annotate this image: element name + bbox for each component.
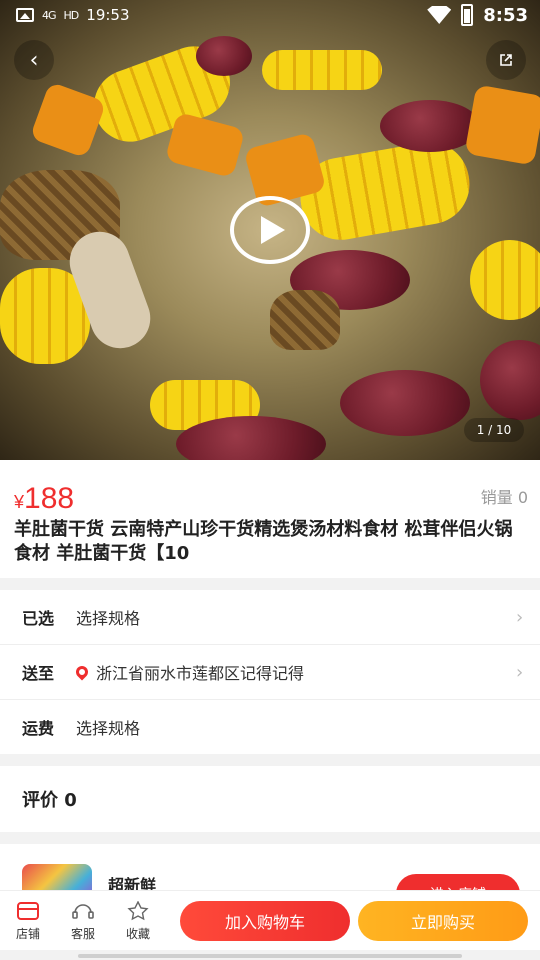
wifi-icon xyxy=(427,6,452,24)
product-detail-screen: 4G HD 19:53 8:53 ‹ 1 / 10 ¥188 销量 0 羊肚菌干… xyxy=(0,0,540,960)
sales-value: 0 xyxy=(517,488,528,507)
network-indicator: 4G xyxy=(42,8,56,22)
tab-favorite[interactable]: 收藏 xyxy=(118,901,158,942)
freight-row: 运费 选择规格 xyxy=(0,700,540,754)
status-time-left: 19:53 xyxy=(86,6,130,24)
reviews-section[interactable]: 评价 0 xyxy=(0,766,540,832)
star-icon xyxy=(127,901,149,921)
spec-selected-value: 选择规格 xyxy=(76,609,141,628)
price-currency: ¥ xyxy=(14,492,25,512)
price-value: 188 xyxy=(24,482,75,515)
product-title: 羊肚菌干货 云南特产山珍干货精选煲汤材料食材 松茸伴侣火锅食材 羊肚菌干货【10 xyxy=(14,519,513,564)
tab-shop[interactable]: 店铺 xyxy=(8,901,48,942)
chevron-left-icon: ‹ xyxy=(29,47,39,73)
reviews-heading: 评价 0 xyxy=(22,786,77,812)
ship-to-row[interactable]: 送至 浙江省丽水市莲都区记得记得 › xyxy=(0,645,540,699)
play-video-button[interactable] xyxy=(230,196,310,264)
share-icon xyxy=(500,54,512,66)
ship-to-value: 浙江省丽水市莲都区记得记得 xyxy=(96,664,305,683)
home-indicator xyxy=(78,954,462,958)
reviews-label: 评价 xyxy=(22,790,58,811)
freight-value: 选择规格 xyxy=(76,719,141,738)
image-pager: 1 / 10 xyxy=(464,418,524,442)
chevron-right-icon: › xyxy=(516,606,524,628)
battery-icon xyxy=(461,4,474,26)
shop-icon xyxy=(17,902,39,920)
tab-service-label: 客服 xyxy=(70,927,95,941)
share-button[interactable] xyxy=(486,40,526,80)
status-bar: 4G HD 19:53 8:53 xyxy=(0,0,540,34)
add-to-cart-button[interactable]: 加入购物车 xyxy=(180,901,350,941)
location-pin-icon xyxy=(73,663,91,681)
price: ¥188 xyxy=(14,482,74,516)
reviews-count: 0 xyxy=(64,790,77,811)
ship-to-label: 送至 xyxy=(22,664,55,683)
buy-now-button[interactable]: 立即购买 xyxy=(358,901,528,941)
product-video-cover[interactable]: 4G HD 19:53 8:53 ‹ 1 / 10 xyxy=(0,0,540,460)
chevron-right-icon: › xyxy=(516,661,524,683)
sales-label: 销量 xyxy=(480,488,513,507)
back-button[interactable]: ‹ xyxy=(14,40,54,80)
tab-shop-label: 店铺 xyxy=(15,927,40,941)
headset-icon xyxy=(72,904,94,919)
hd-indicator: HD xyxy=(63,8,80,22)
sales-count: 销量 0 xyxy=(481,484,528,508)
status-time-right: 8:53 xyxy=(483,4,528,26)
bottom-action-bar: 店铺 客服 收藏 加入购物车 立即购买 xyxy=(0,890,540,950)
price-section: ¥188 销量 0 羊肚菌干货 云南特产山珍干货精选煲汤材料食材 松茸伴侣火锅食… xyxy=(0,460,540,578)
play-icon xyxy=(261,216,285,244)
tab-favorite-label: 收藏 xyxy=(125,927,150,941)
freight-label: 运费 xyxy=(22,719,55,738)
gallery-icon xyxy=(16,8,34,22)
spec-selected-row[interactable]: 已选 选择规格 › xyxy=(0,590,540,644)
tab-service[interactable]: 客服 xyxy=(63,901,103,942)
spec-section: 已选 选择规格 › 送至 浙江省丽水市莲都区记得记得 › 运费 选择规格 xyxy=(0,590,540,754)
spec-selected-label: 已选 xyxy=(22,609,55,628)
ship-to-value-wrap: 浙江省丽水市莲都区记得记得 xyxy=(73,660,516,684)
